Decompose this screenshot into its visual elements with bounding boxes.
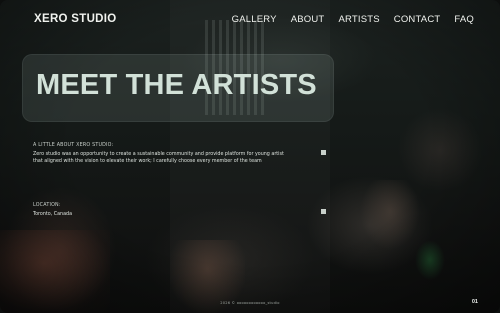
- hero-panel: MEET THE ARTISTS: [22, 54, 334, 122]
- location-value: Toronto, Canada: [33, 212, 73, 217]
- top-navigation: XERO STUDIO GALLERY ABOUT ARTISTS CONTAC…: [34, 11, 474, 27]
- nav-about-link[interactable]: ABOUT: [291, 14, 325, 25]
- about-label: A LITTLE ABOUT XERO STUDIO:: [33, 143, 114, 148]
- nav-gallery-link[interactable]: GALLERY: [232, 14, 277, 25]
- nav-faq-link[interactable]: FAQ: [454, 14, 474, 25]
- page-number: 01: [471, 299, 478, 305]
- background-detail-image: [415, 240, 445, 280]
- location-label: LOCATION:: [33, 203, 61, 208]
- hero-title: MEET THE ARTISTS: [36, 69, 317, 101]
- brand-logo[interactable]: XERO STUDIO: [34, 13, 117, 25]
- square-marker: [321, 150, 326, 155]
- main-menu: GALLERY ABOUT ARTISTS CONTACT FAQ: [232, 14, 474, 25]
- nav-artists-link[interactable]: ARTISTS: [338, 14, 379, 25]
- footer-copyright: 2026 © oooooooooooo_studio: [220, 301, 280, 305]
- location-section: LOCATION: Toronto, Canada: [33, 203, 72, 217]
- square-marker: [321, 209, 326, 214]
- background-person-image: [360, 180, 420, 250]
- nav-contact-link[interactable]: CONTACT: [394, 14, 441, 25]
- page-frame: XERO STUDIO GALLERY ABOUT ARTISTS CONTAC…: [0, 0, 500, 313]
- about-text: Zero studio was an opportunity to create…: [33, 152, 284, 164]
- about-section: A LITTLE ABOUT XERO STUDIO: Zero studio …: [33, 143, 293, 166]
